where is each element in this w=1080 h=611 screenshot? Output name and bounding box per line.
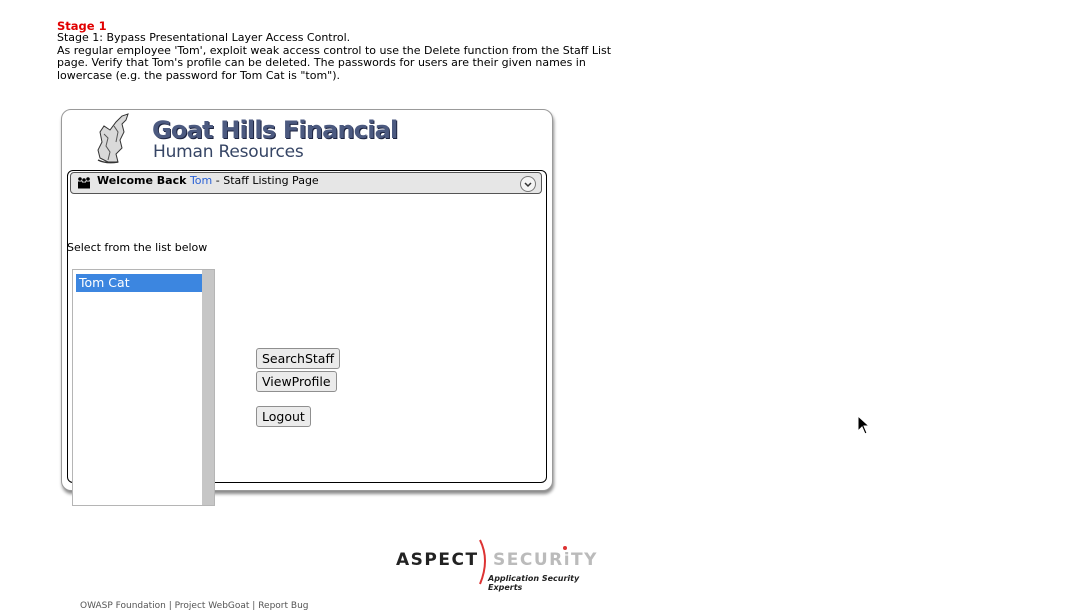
stage-description: As regular employee 'Tom', exploit weak … [57, 43, 612, 82]
logout-button[interactable]: Logout [256, 406, 311, 427]
sponsor-word-aspect: ASPECT [396, 550, 479, 570]
goat-logo-icon [97, 113, 129, 164]
stage-subtitle: Stage 1: Bypass Presentational Layer Acc… [57, 31, 351, 45]
listbox-scrollbar[interactable] [202, 270, 214, 505]
footer-links[interactable]: OWASP Foundation | Project WebGoat | Rep… [80, 601, 308, 611]
people-icon [78, 177, 90, 189]
welcome-text: Welcome Back [97, 174, 187, 187]
page-title: - Staff Listing Page [212, 174, 319, 187]
mouse-cursor-icon [857, 415, 871, 435]
view-profile-button[interactable]: ViewProfile [256, 371, 337, 392]
staff-list-label: Select from the list below [67, 241, 208, 254]
sponsor-word-security: SECURiTY [493, 550, 598, 570]
collapse-button[interactable] [520, 176, 536, 192]
page-header-bar: Welcome Back Tom - Staff Listing Page [70, 172, 542, 194]
search-staff-button[interactable]: SearchStaff [256, 348, 341, 369]
lesson-instructions: Stage 1 Stage 1: Bypass Presentational L… [57, 20, 617, 82]
app-logo-title: Goat Hills Financial [152, 116, 398, 144]
app-logo-subtitle: Human Resources [153, 142, 304, 162]
logo-dot-icon [563, 546, 567, 550]
sponsor-tagline: Application Security Experts [488, 574, 580, 592]
aspect-security-logo: ASPECT SECURiTY Application Security Exp… [396, 538, 601, 592]
user-name: Tom [189, 174, 213, 187]
staff-list-item[interactable]: Tom Cat (employee) [76, 274, 203, 308]
chevron-down-icon [524, 182, 532, 188]
staff-listbox[interactable]: Tom Cat (employee) [72, 269, 215, 506]
